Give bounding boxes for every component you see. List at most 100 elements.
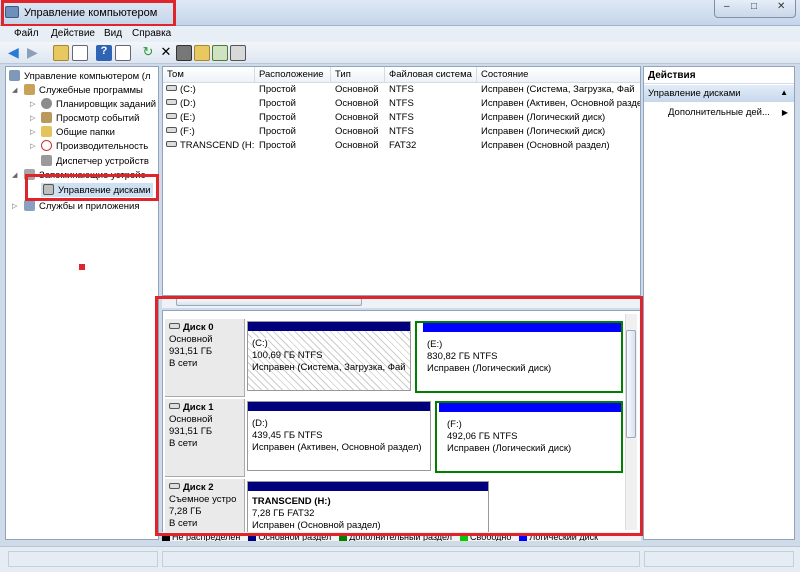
legend-swatch (339, 533, 348, 541)
partition-e[interactable]: (E:) 830,82 ГБ NTFS Исправен (Логический… (415, 321, 623, 393)
col-type[interactable]: Тип (331, 67, 385, 83)
minimize-button[interactable]: – (724, 1, 730, 12)
disk-0-label[interactable]: Диск 0 Основной 931,51 ГБ В сети (165, 319, 245, 397)
volume-cell[interactable]: Простой (259, 84, 331, 95)
volume-cell[interactable]: Исправен (Основной раздел) (481, 140, 640, 151)
volume-name-cell[interactable]: (C:) (166, 84, 254, 95)
volume-cell[interactable]: Основной (335, 126, 387, 137)
menu-file[interactable]: Файл (14, 28, 39, 39)
volume-cell[interactable]: NTFS (389, 98, 477, 109)
partition-f[interactable]: (F:) 492,06 ГБ NTFS Исправен (Логический… (435, 401, 623, 473)
expand-arrow-icon[interactable]: ▷ (30, 128, 35, 136)
volume-name-cell[interactable]: TRANSCEND (H:) (166, 140, 254, 151)
volume-cell[interactable]: Исправен (Активен, Основной разде (481, 98, 640, 109)
volume-icon (166, 113, 177, 119)
menu-help[interactable]: Справка (132, 28, 171, 39)
properties-icon[interactable] (115, 45, 131, 61)
export-icon[interactable] (176, 45, 192, 61)
expand-arrow-icon[interactable]: ▷ (30, 142, 35, 150)
scrollbar-thumb[interactable] (176, 298, 362, 306)
disk-icon[interactable] (230, 45, 246, 61)
volume-cell[interactable]: NTFS (389, 84, 477, 95)
volume-cell[interactable]: Исправен (Логический диск) (481, 126, 640, 137)
up-folder-icon[interactable] (53, 45, 69, 61)
performance-icon (41, 140, 52, 151)
tree-item-storage[interactable]: Запоминающие устройс (24, 169, 145, 181)
more-actions-item[interactable]: Дополнительные дей... ▶ (644, 105, 794, 121)
menu-action[interactable]: Действие (51, 28, 95, 39)
volume-cell[interactable]: Основной (335, 98, 387, 109)
open-folder-icon[interactable] (194, 45, 210, 61)
menu-view[interactable]: Вид (104, 28, 122, 39)
forward-arrow-icon[interactable]: ▶ (27, 45, 43, 61)
volume-cell[interactable]: NTFS (389, 112, 477, 123)
volume-name-cell[interactable]: (F:) (166, 126, 254, 137)
volume-cell[interactable]: Основной (335, 140, 387, 151)
volume-cell[interactable]: NTFS (389, 126, 477, 137)
logical-drive-bar (423, 323, 621, 332)
partition-d[interactable]: (D:) 439,45 ГБ NTFS Исправен (Активен, О… (247, 401, 431, 471)
submenu-arrow-icon: ▶ (781, 108, 788, 117)
status-field (162, 551, 640, 567)
window-title: Управление компьютером (24, 7, 158, 19)
tree-item-task-scheduler[interactable]: Планировщик заданий (41, 98, 156, 110)
volume-cell[interactable]: Исправен (Логический диск) (481, 112, 640, 123)
computer-management-icon (5, 6, 19, 18)
tree-item-device-manager[interactable]: Диспетчер устройств (41, 155, 149, 167)
navigation-tree[interactable]: Управление компьютером (л ◢ Служебные пр… (5, 66, 159, 540)
collapse-arrow-icon[interactable]: ◢ (12, 86, 17, 94)
back-arrow-icon[interactable]: ◀ (8, 45, 24, 61)
actions-section-disk-management[interactable]: Управление дисками ▲ (644, 85, 794, 102)
primary-partition-bar (248, 402, 430, 411)
volume-cell[interactable]: Простой (259, 140, 331, 151)
help-icon[interactable]: ? (96, 45, 112, 61)
status-field (8, 551, 158, 567)
clock-icon (41, 98, 52, 109)
col-layout[interactable]: Расположение (255, 67, 331, 83)
col-volume[interactable]: Том (163, 67, 255, 83)
disk-map[interactable]: Диск 0 Основной 931,51 ГБ В сети (C:) 10… (162, 310, 641, 536)
volume-name-cell[interactable]: (D:) (166, 98, 254, 109)
collapse-arrow-icon[interactable]: ◢ (12, 171, 17, 179)
close-button[interactable]: ✕ (777, 1, 785, 12)
disk-icon (169, 323, 180, 329)
volume-icon (166, 85, 177, 91)
volume-name-cell[interactable]: (E:) (166, 112, 254, 123)
expand-arrow-icon[interactable]: ▷ (30, 114, 35, 122)
search-icon[interactable] (212, 45, 228, 61)
col-filesystem[interactable]: Файловая система (385, 67, 477, 83)
legend-item: Основной раздел (248, 532, 331, 541)
partition-c[interactable]: (C:) 100,69 ГБ NTFS Исправен (Система, З… (247, 321, 411, 391)
volume-cell[interactable]: Простой (259, 112, 331, 123)
collapse-up-icon[interactable]: ▲ (780, 88, 788, 97)
volume-cell[interactable]: Основной (335, 84, 387, 95)
disk-2-label[interactable]: Диск 2 Съемное устро 7,28 ГБ В сети (165, 479, 245, 535)
volume-cell[interactable]: Простой (259, 126, 331, 137)
legend-swatch (460, 533, 469, 541)
col-status[interactable]: Состояние (477, 67, 640, 83)
volume-list[interactable]: Том Расположение Тип Файловая система Со… (162, 66, 641, 296)
tree-item-services-apps[interactable]: Службы и приложения (24, 200, 139, 212)
maximize-button[interactable]: □ (751, 1, 757, 12)
volume-cell[interactable]: FAT32 (389, 140, 477, 151)
volume-cell[interactable]: Основной (335, 112, 387, 123)
disk-1-label[interactable]: Диск 1 Основной 931,51 ГБ В сети (165, 399, 245, 477)
tree-item-disk-management[interactable]: Управление дисками (41, 183, 153, 197)
tree-item-performance[interactable]: Производительность (41, 140, 148, 152)
tree-item-computer-management[interactable]: Управление компьютером (л (9, 70, 151, 82)
status-field (644, 551, 794, 567)
scrollbar-thumb[interactable] (626, 330, 636, 438)
show-tree-icon[interactable] (72, 45, 88, 61)
window-controls[interactable]: – □ ✕ (714, 0, 796, 18)
refresh-icon[interactable]: ↻ (140, 45, 156, 61)
tree-item-event-viewer[interactable]: Просмотр событий (41, 112, 139, 124)
partition-h[interactable]: TRANSCEND (H:) 7,28 ГБ FAT32 Исправен (О… (247, 481, 489, 535)
volume-cell[interactable]: Исправен (Система, Загрузка, Фай (481, 84, 640, 95)
expand-arrow-icon[interactable]: ▷ (12, 202, 17, 210)
delete-icon[interactable]: ✕ (158, 45, 174, 61)
tree-item-system-tools[interactable]: Служебные программы (24, 84, 143, 96)
actions-panel: Действия Управление дисками ▲ Дополнитель… (643, 66, 795, 540)
expand-arrow-icon[interactable]: ▷ (30, 100, 35, 108)
tree-item-shared-folders[interactable]: Общие папки (41, 126, 115, 138)
volume-cell[interactable]: Простой (259, 98, 331, 109)
